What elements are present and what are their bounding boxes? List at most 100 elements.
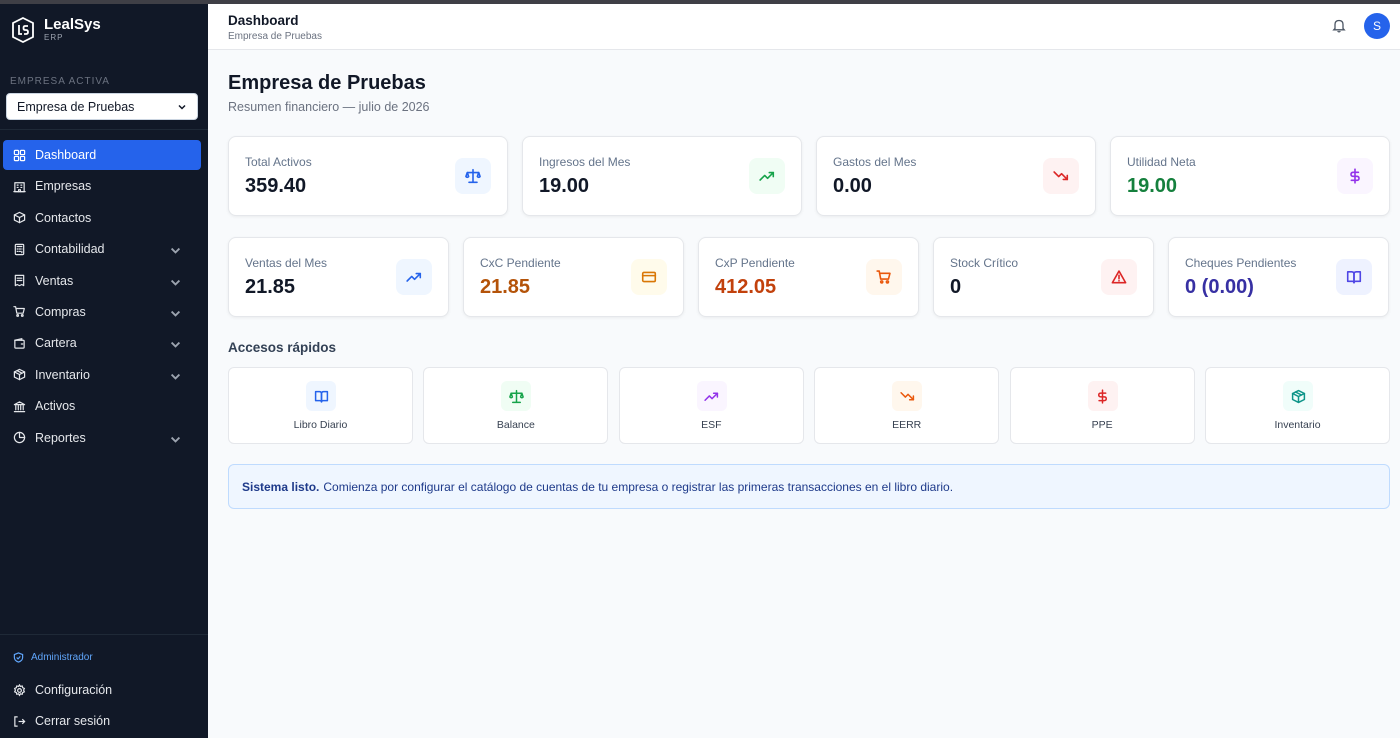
- sidebar-item-inventario[interactable]: Inventario: [3, 360, 201, 390]
- scale-icon: [465, 168, 481, 184]
- gear-icon: [13, 683, 26, 696]
- quick-access-libro-diario[interactable]: Libro Diario: [228, 367, 413, 444]
- trending-down-icon: [900, 391, 914, 400]
- sidebar-item-label: Reportes: [35, 430, 86, 445]
- sidebar-nav: Dashboard Empresas Contactos Contabilidad Ve…: [3, 140, 201, 454]
- main-content: Empresa de Pruebas Resumen financiero — …: [208, 50, 1400, 738]
- quick-access-label: PPE: [1091, 419, 1113, 431]
- page-title: Empresa de Pruebas: [228, 72, 426, 94]
- sidebar-item-label: Inventario: [35, 367, 90, 382]
- stat-icon-box: [1336, 259, 1372, 295]
- dollar-icon: [1098, 388, 1108, 404]
- quick-icon-box: [696, 381, 727, 411]
- quick-access-label: Balance: [496, 419, 535, 431]
- quick-icon-box: [1283, 381, 1313, 411]
- stat-icon-box: [396, 259, 432, 295]
- sidebar-item-compras[interactable]: Compras: [3, 297, 201, 327]
- sidebar-item-activos[interactable]: Activos: [3, 391, 201, 421]
- stat-value: 21.85: [245, 276, 296, 298]
- package-icon: [1291, 389, 1305, 403]
- quick-icon-box: [306, 381, 336, 411]
- quick-access-label: EERR: [892, 419, 922, 431]
- sidebar-item-empresas[interactable]: Empresas: [3, 171, 201, 201]
- stat-icon-box: [749, 158, 785, 194]
- pie-chart-icon: [13, 431, 26, 444]
- quick-access-balance[interactable]: Balance: [423, 367, 609, 444]
- sidebar-item-configuracion[interactable]: Configuración: [13, 683, 112, 697]
- empresa-label: EMPRESA ACTIVA: [10, 76, 110, 87]
- dollar-icon: [1350, 168, 1360, 184]
- sidebar-item-label: Ventas: [35, 273, 74, 288]
- sidebar-item-label: Dashboard: [35, 148, 97, 162]
- trending-up-icon: [704, 392, 719, 401]
- stat-label: Ventas del Mes: [245, 256, 328, 270]
- bell-icon[interactable]: [1332, 18, 1346, 33]
- chevron-down-icon: [170, 248, 181, 254]
- sidebar-item-reportes[interactable]: Reportes: [3, 423, 201, 453]
- quick-icon-box: [892, 381, 923, 411]
- stat-card: Ingresos del Mes 19.00: [522, 136, 802, 216]
- trending-up-icon: [759, 171, 775, 181]
- quick-access-inventario[interactable]: Inventario: [1205, 367, 1390, 444]
- header-title: Dashboard: [228, 13, 299, 28]
- brand[interactable]: LealSys ERP: [12, 17, 101, 43]
- bank-icon: [13, 400, 26, 412]
- quick-access-eerr[interactable]: EERR: [814, 367, 1000, 444]
- app-subtitle: ERP: [44, 33, 64, 42]
- sidebar-item-label: Configuración: [35, 683, 113, 697]
- app-logo-icon: [12, 17, 34, 43]
- header-subtitle: Empresa de Pruebas: [228, 31, 322, 42]
- sidebar-divider: [0, 634, 208, 635]
- box-icon: [13, 212, 26, 224]
- stat-icon-box: [1337, 158, 1373, 194]
- logout-icon: [14, 715, 26, 727]
- stat-icon-box: [1043, 158, 1079, 194]
- page-subtitle: Resumen financiero — julio de 2026: [228, 100, 430, 114]
- stat-card: Total Activos 359.40: [228, 136, 508, 216]
- stat-icon-box: [455, 158, 491, 194]
- stat-label: CxP Pendiente: [715, 256, 795, 270]
- stat-card: CxP Pendiente 412.05: [698, 237, 919, 317]
- logout-button[interactable]: Cerrar sesión: [13, 714, 110, 728]
- stat-label: Gastos del Mes: [833, 155, 917, 169]
- quick-access-label: Inventario: [1274, 419, 1321, 431]
- quick-icon-box: [501, 381, 532, 411]
- window-top-strip: [0, 0, 1400, 4]
- stat-card: CxC Pendiente 21.85: [463, 237, 684, 317]
- stat-label: Stock Crítico: [950, 256, 1019, 270]
- avatar[interactable]: S: [1364, 13, 1390, 39]
- sidebar-item-contabilidad[interactable]: Contabilidad: [3, 234, 201, 264]
- sidebar-item-contactos[interactable]: Contactos: [3, 203, 201, 233]
- sidebar-item-ventas[interactable]: Ventas: [3, 266, 201, 296]
- building-icon: [13, 182, 26, 193]
- quick-access-ppe[interactable]: PPE: [1009, 367, 1195, 444]
- stat-value: 0 (0.00): [1185, 276, 1254, 298]
- warning-icon: [1111, 270, 1127, 284]
- empresa-select[interactable]: Empresa de Pruebas: [6, 93, 198, 120]
- quick-access-label: Libro Diario: [293, 419, 348, 431]
- package-icon: [13, 369, 26, 381]
- sidebar-item-label: Contactos: [35, 210, 92, 225]
- book-icon: [1346, 271, 1362, 284]
- scale-icon: [508, 389, 524, 403]
- stat-card: Gastos del Mes 0.00: [816, 136, 1096, 216]
- chevron-down-icon: [170, 310, 181, 317]
- role-label: Administrador: [31, 652, 93, 663]
- stat-label: Utilidad Neta: [1127, 155, 1196, 169]
- cart-icon: [876, 270, 891, 284]
- chevron-down-icon: [170, 342, 181, 349]
- sidebar-item-cartera[interactable]: Cartera: [3, 328, 201, 358]
- quick-access-esf[interactable]: ESF: [618, 367, 804, 444]
- stat-label: CxC Pendiente: [480, 256, 561, 270]
- sidebar-item-dashboard[interactable]: Dashboard: [3, 140, 201, 170]
- credit-card-icon: [641, 271, 657, 283]
- role-badge: Administrador: [13, 652, 93, 663]
- chevron-down-icon: [170, 279, 181, 286]
- stat-icon-box: [1101, 259, 1137, 295]
- quick-access-label: ESF: [701, 419, 722, 431]
- wallet-icon: [14, 337, 25, 349]
- sidebar-item-label: Empresas: [35, 179, 92, 194]
- chevron-down-icon: [178, 104, 186, 110]
- stat-icon-box: [866, 259, 902, 295]
- stat-value: 0.00: [833, 175, 872, 197]
